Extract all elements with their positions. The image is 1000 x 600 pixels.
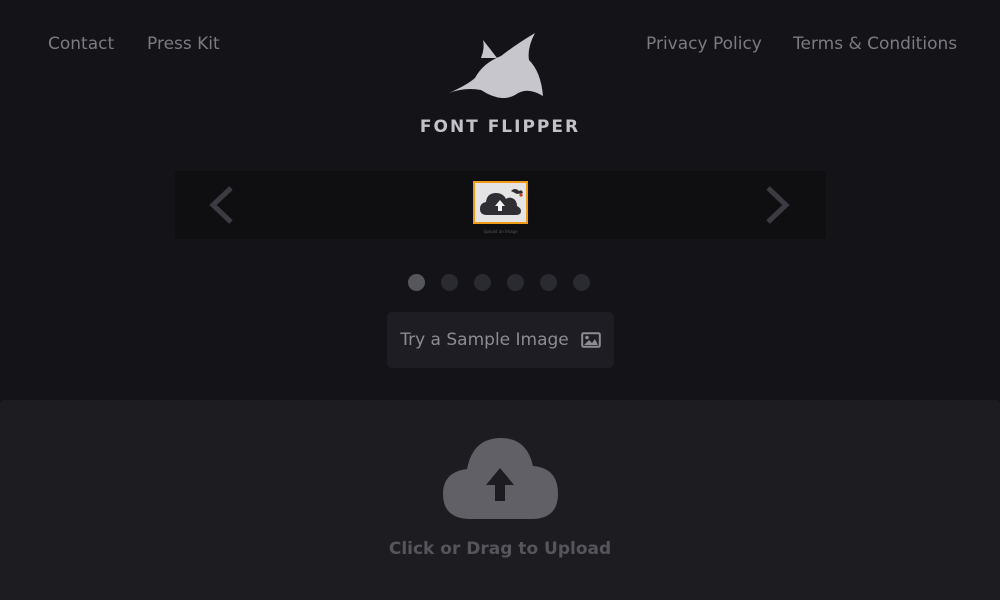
carousel-dots xyxy=(408,274,590,291)
privacy-policy-link[interactable]: Privacy Policy xyxy=(646,34,762,54)
thumbnail-frame xyxy=(473,181,528,224)
carousel-dot-4[interactable] xyxy=(507,274,524,291)
carousel-dot-2[interactable] xyxy=(441,274,458,291)
carousel-dot-1[interactable] xyxy=(408,274,425,291)
contact-link[interactable]: Contact xyxy=(48,34,114,54)
chevron-right-icon[interactable] xyxy=(760,185,794,225)
brand-title: FONT FLIPPER xyxy=(419,117,581,137)
press-kit-link[interactable]: Press Kit xyxy=(147,34,220,54)
thumbnail-caption: Upload an Image xyxy=(483,229,518,234)
sample-button-label: Try a Sample Image xyxy=(400,330,569,350)
shark-icon[interactable] xyxy=(445,32,545,98)
cloud-upload-thumbnail-icon xyxy=(480,189,523,215)
try-sample-image-button[interactable]: Try a Sample Image xyxy=(387,312,614,368)
carousel-dot-5[interactable] xyxy=(540,274,557,291)
carousel-thumbnail[interactable]: Upload an Image xyxy=(473,181,528,235)
image-icon xyxy=(580,332,601,348)
carousel-dot-6[interactable] xyxy=(573,274,590,291)
font-carousel: Upload an Image xyxy=(175,171,826,239)
upload-dropzone[interactable]: Click or Drag to Upload xyxy=(0,400,1000,600)
terms-link[interactable]: Terms & Conditions xyxy=(793,34,957,54)
cloud-upload-icon xyxy=(443,438,558,519)
page: Contact Press Kit Privacy Policy Terms &… xyxy=(0,0,1000,600)
chevron-left-icon[interactable] xyxy=(205,185,239,225)
carousel-dot-3[interactable] xyxy=(474,274,491,291)
upload-label: Click or Drag to Upload xyxy=(388,539,612,559)
